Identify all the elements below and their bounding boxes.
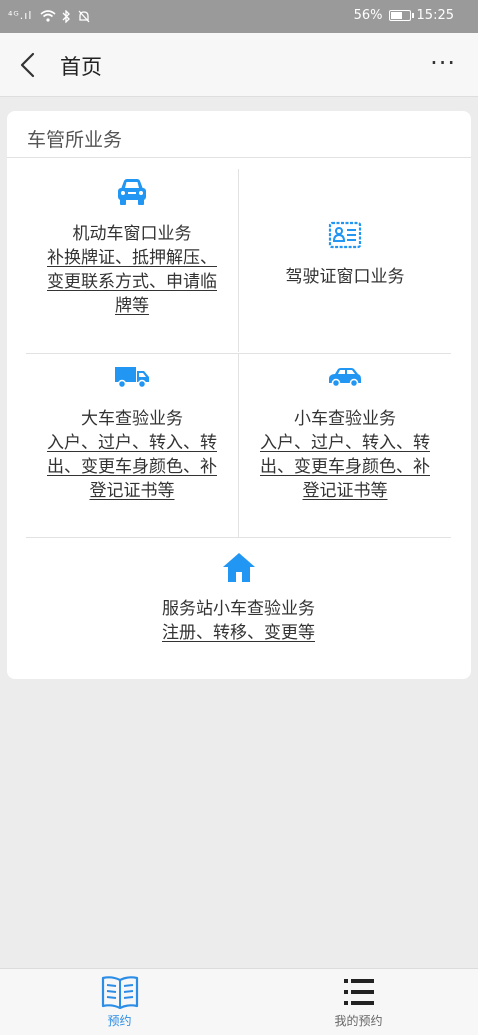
car-side-icon [329, 368, 361, 388]
status-icons: ⁴ᴳ.ıl [8, 8, 90, 24]
divider [26, 537, 451, 538]
back-arrow-icon[interactable] [14, 51, 42, 79]
service-license-window[interactable]: 驾驶证窗口业务 [239, 221, 451, 289]
service-detail-link[interactable]: 出、变更车身颜色、补 [26, 455, 238, 479]
list-icon [343, 979, 374, 1005]
tab-label: 预约 [107, 1014, 132, 1028]
tab-label: 我的预约 [334, 1014, 383, 1028]
service-large-vehicle-inspection[interactable]: 大车查验业务 入户、过户、转入、转 出、变更车身颜色、补 登记证书等 [26, 365, 238, 503]
tab-bar: 预约 我的预约 [0, 968, 478, 1035]
license-card-icon [328, 221, 362, 249]
service-detail-link[interactable]: 登记证书等 [239, 479, 451, 503]
car-front-icon [118, 179, 146, 205]
tab-my-booking[interactable]: 我的预约 [239, 969, 478, 1035]
divider [7, 157, 471, 158]
tab-booking[interactable]: 预约 [0, 969, 239, 1035]
wifi-icon [40, 10, 56, 22]
service-title: 服务站小车查验业务 [162, 599, 315, 619]
service-detail-link[interactable]: 登记证书等 [26, 479, 238, 503]
page-title: 首页 [60, 55, 102, 79]
service-detail-link[interactable]: 注册、转移、变更等 [26, 621, 451, 645]
battery-icon [388, 10, 414, 21]
service-detail-link[interactable]: 补换牌证、抵押解压、 [26, 246, 238, 270]
house-icon [222, 553, 255, 582]
section-title: 车管所业务 [27, 129, 123, 151]
service-station-small-vehicle-inspection[interactable]: 服务站小车查验业务 注册、转移、变更等 [26, 551, 451, 645]
services-card: 车管所业务 机动车窗口业务 补换牌证、抵押解压、 变更联系方式、申请临 牌等 驾… [7, 111, 471, 679]
bluetooth-icon [62, 8, 71, 24]
status-bar: ⁴ᴳ.ıl 56% 15:25 [0, 0, 478, 33]
service-title: 机动车窗口业务 [72, 224, 192, 244]
book-icon [101, 976, 138, 1009]
mute-bell-icon [78, 10, 90, 22]
signal-indicator: ⁴ᴳ.ıl [8, 9, 33, 22]
battery-percent: 56% [353, 8, 383, 23]
service-detail-link[interactable]: 牌等 [26, 294, 238, 318]
nav-bar: 首页 ··· [0, 33, 478, 97]
service-detail-link[interactable]: 入户、过户、转入、转 [26, 431, 238, 455]
service-small-vehicle-inspection[interactable]: 小车查验业务 入户、过户、转入、转 出、变更车身颜色、补 登记证书等 [239, 365, 451, 503]
service-detail-link[interactable]: 出、变更车身颜色、补 [239, 455, 451, 479]
more-options-icon[interactable]: ··· [430, 51, 456, 75]
service-title: 小车查验业务 [294, 409, 396, 429]
service-vehicle-window[interactable]: 机动车窗口业务 补换牌证、抵押解压、 变更联系方式、申请临 牌等 [26, 177, 238, 318]
service-detail-link[interactable]: 变更联系方式、申请临 [26, 270, 238, 294]
service-detail-link[interactable]: 入户、过户、转入、转 [239, 431, 451, 455]
truck-icon [115, 367, 149, 389]
service-title: 大车查验业务 [81, 409, 183, 429]
service-title: 驾驶证窗口业务 [285, 267, 405, 287]
clock: 15:25 [416, 8, 454, 23]
